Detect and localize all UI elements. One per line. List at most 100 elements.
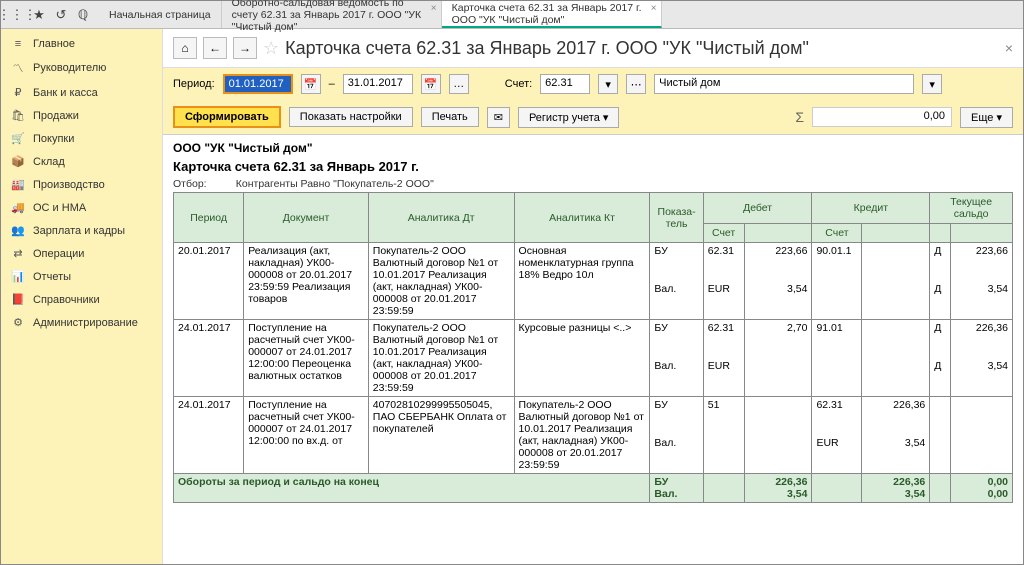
cart-icon: 🛒 bbox=[11, 132, 25, 145]
org-input[interactable]: Чистый дом bbox=[654, 74, 914, 94]
filter-row: Отбор: Контрагенты Равно "Покупатель-2 О… bbox=[173, 178, 1013, 192]
gear-icon: ⚙ bbox=[11, 316, 25, 329]
close-icon[interactable]: × bbox=[651, 3, 657, 15]
truck-icon: 🚚 bbox=[11, 201, 25, 214]
close-icon[interactable]: × bbox=[431, 3, 437, 15]
forward-button[interactable]: → bbox=[233, 37, 257, 59]
col-acct: Счет bbox=[703, 224, 744, 243]
btn-label: Регистр учета bbox=[529, 112, 600, 124]
nav-production[interactable]: 🏭 Производство bbox=[1, 173, 162, 196]
more-button[interactable]: Еще ▾ bbox=[960, 107, 1013, 128]
page-title: Карточка счета 62.31 за Январь 2017 г. О… bbox=[285, 38, 809, 59]
book-icon: 📕 bbox=[11, 293, 25, 306]
nav-label: Покупки bbox=[33, 133, 74, 145]
nav-manager[interactable]: 〽Руководителю bbox=[1, 55, 162, 81]
toolbar: Сформировать Показать настройки Печать ✉… bbox=[163, 100, 1023, 135]
tab-card[interactable]: Карточка счета 62.31 за Январь 2017 г. О… bbox=[442, 1, 662, 28]
favorite-icon[interactable]: ☆ bbox=[263, 38, 279, 59]
tab-osv[interactable]: Оборотно-сальдовая ведомость по счету 62… bbox=[222, 1, 442, 28]
nav-label: Производство bbox=[33, 179, 105, 191]
filter-value: Контрагенты Равно "Покупатель-2 ООО" bbox=[236, 178, 434, 190]
email-button[interactable]: ✉ bbox=[487, 107, 510, 128]
tab-label: Карточка счета 62.31 за Январь 2017 г. О… bbox=[452, 2, 651, 26]
date-from-input[interactable]: 01.01.2017 bbox=[223, 74, 293, 94]
nav-sales[interactable]: 🛍 Продажи bbox=[1, 104, 162, 127]
nav-assets[interactable]: 🚚 ОС и НМА bbox=[1, 196, 162, 219]
report-area: ООО "УК "Чистый дом" Карточка счета 62.3… bbox=[163, 135, 1023, 564]
search-icon[interactable]: ℚ bbox=[75, 7, 91, 23]
nav-warehouse[interactable]: 📦Склад bbox=[1, 150, 162, 173]
report-icon: 📊 bbox=[11, 270, 25, 283]
nav-operations[interactable]: ⇄ Операции bbox=[1, 242, 162, 265]
nav-bank[interactable]: ₽Банк и касса bbox=[1, 81, 162, 104]
nav-label: Отчеты bbox=[33, 271, 71, 283]
totals-row: Обороты за период и сальдо на конец БУВа… bbox=[174, 474, 1013, 503]
topbar: ⋮⋮⋮ ★ ↺ ℚ Начальная страница Оборотно-са… bbox=[1, 1, 1023, 29]
calendar-icon[interactable]: 📅 bbox=[421, 74, 441, 94]
nav-payroll[interactable]: 👥 Зарплата и кадры bbox=[1, 219, 162, 242]
menu-icon: ≡ bbox=[11, 38, 25, 50]
nav-label: ОС и НМА bbox=[33, 202, 86, 214]
register-button[interactable]: Регистр учета ▾ bbox=[518, 107, 619, 128]
col-ind: Показа- тель bbox=[650, 193, 703, 243]
dropdown-icon[interactable]: ▾ bbox=[922, 74, 942, 94]
date-to-input[interactable]: 31.01.2017 bbox=[343, 74, 413, 94]
tab-label: Оборотно-сальдовая ведомость по счету 62… bbox=[232, 0, 431, 33]
home-button[interactable]: ⌂ bbox=[173, 37, 197, 59]
nav-label: Банк и касса bbox=[33, 87, 98, 99]
col-debit: Дебет bbox=[703, 193, 812, 224]
col-ankt: Аналитика Кт bbox=[514, 193, 650, 243]
history-icon[interactable]: ↺ bbox=[53, 7, 69, 23]
ops-icon: ⇄ bbox=[11, 247, 25, 260]
table-row[interactable]: 24.01.2017Поступление на расчетный счет … bbox=[174, 320, 1013, 397]
sidebar: ≡ Главное 〽Руководителю ₽Банк и касса 🛍 Пр… bbox=[1, 29, 163, 564]
nav-catalogs[interactable]: 📕 Справочники bbox=[1, 288, 162, 311]
col-period: Период bbox=[174, 193, 244, 243]
tab-label: Начальная страница bbox=[109, 9, 211, 21]
btn-label: Еще bbox=[971, 112, 993, 124]
col-balance: Текущее сальдо bbox=[930, 193, 1013, 224]
calendar-icon[interactable]: 📅 bbox=[301, 74, 321, 94]
print-button[interactable]: Печать bbox=[421, 107, 479, 127]
nav-label: Справочники bbox=[33, 294, 100, 306]
tab-start[interactable]: Начальная страница bbox=[99, 1, 222, 28]
apps-icon[interactable]: ⋮⋮⋮ bbox=[9, 7, 25, 23]
col-andt: Аналитика Дт bbox=[368, 193, 514, 243]
nav-label: Зарплата и кадры bbox=[33, 225, 125, 237]
bag-icon: 🛍 bbox=[11, 109, 25, 122]
report-grid: Период Документ Аналитика Дт Аналитика К… bbox=[173, 192, 1013, 503]
account-label: Счет: bbox=[505, 78, 532, 90]
totals-label: Обороты за период и сальдо на конец bbox=[174, 474, 650, 503]
nav-admin[interactable]: ⚙Администрирование bbox=[1, 311, 162, 334]
back-button[interactable]: ← bbox=[203, 37, 227, 59]
star-icon[interactable]: ★ bbox=[31, 7, 47, 23]
table-row[interactable]: 20.01.2017Реализация (акт, накладная) УК… bbox=[174, 243, 1013, 320]
sigma-icon[interactable]: Σ bbox=[795, 109, 804, 125]
nav-reports[interactable]: 📊 Отчеты bbox=[1, 265, 162, 288]
report-title: Карточка счета 62.31 за Январь 2017 г. bbox=[173, 157, 1013, 178]
account-input[interactable]: 62.31 bbox=[540, 74, 590, 94]
col-credit: Кредит bbox=[812, 193, 930, 224]
nav-label: Операции bbox=[33, 248, 84, 260]
dropdown-icon[interactable]: ▾ bbox=[598, 74, 618, 94]
params-bar: Период: 01.01.2017 📅 – 31.01.2017 📅 … Сч… bbox=[163, 68, 1023, 100]
nav-main[interactable]: ≡ Главное bbox=[1, 33, 162, 55]
form-button[interactable]: Сформировать bbox=[173, 106, 281, 128]
box-icon: 📦 bbox=[11, 155, 25, 168]
filter-label: Отбор: bbox=[173, 178, 207, 190]
people-icon: 👥 bbox=[11, 224, 25, 237]
nav-label: Продажи bbox=[33, 110, 79, 122]
close-button[interactable]: × bbox=[1005, 40, 1013, 56]
select-button[interactable]: ⋯ bbox=[626, 74, 646, 94]
period-label: Период: bbox=[173, 78, 215, 90]
settings-button[interactable]: Показать настройки bbox=[289, 107, 413, 127]
header: ⌂ ← → ☆ Карточка счета 62.31 за Январь 2… bbox=[163, 29, 1023, 68]
table-row[interactable]: 24.01.2017Поступление на расчетный счет … bbox=[174, 397, 1013, 474]
chart-icon: 〽 bbox=[11, 60, 25, 76]
dash: – bbox=[329, 78, 335, 90]
nav-label: Главное bbox=[33, 38, 75, 50]
factory-icon: 🏭 bbox=[11, 178, 25, 191]
nav-purchases[interactable]: 🛒 Покупки bbox=[1, 127, 162, 150]
system-icons: ⋮⋮⋮ ★ ↺ ℚ bbox=[1, 1, 99, 28]
period-picker-button[interactable]: … bbox=[449, 74, 469, 94]
